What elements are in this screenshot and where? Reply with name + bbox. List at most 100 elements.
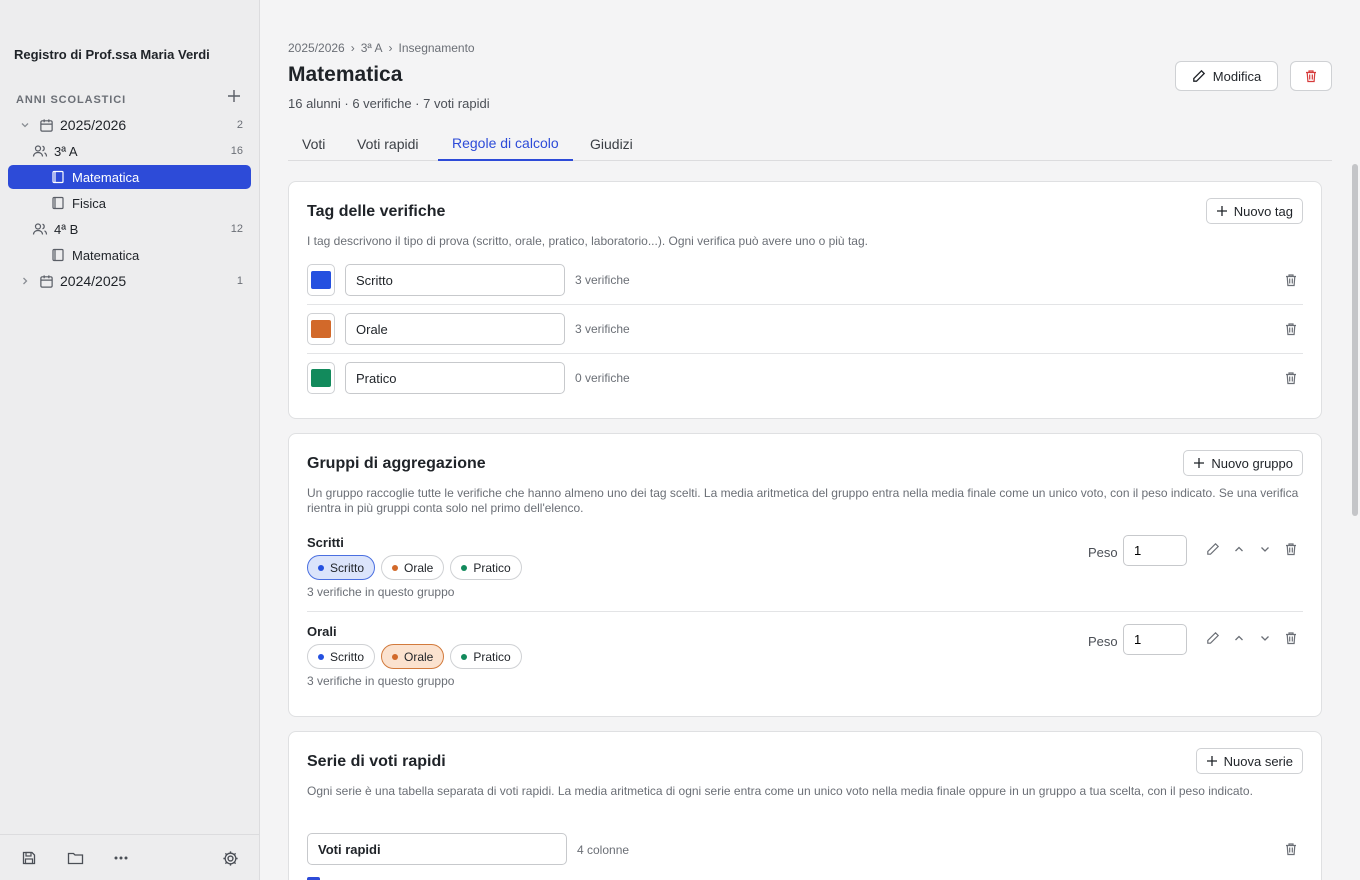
tags-card-description: I tag descrivono il tipo di prova (scrit… <box>307 234 868 248</box>
tag-chip-orale[interactable]: Orale <box>381 555 445 580</box>
group-count: 3 verifiche in questo gruppo <box>307 585 455 599</box>
tab-voti-rapidi[interactable]: Voti rapidi <box>343 126 432 161</box>
chevron-up-icon[interactable] <box>1231 630 1247 646</box>
calendar-icon <box>38 117 54 133</box>
app-title: Registro di Prof.ssa Maria Verdi <box>14 47 210 62</box>
tab-voti[interactable]: Voti <box>288 126 339 161</box>
sidebar-footer <box>0 834 259 880</box>
plus-icon <box>228 90 240 102</box>
divider <box>307 304 1303 305</box>
delete-subject-button[interactable] <box>1290 61 1332 91</box>
divider <box>307 611 1303 612</box>
tag-name-input[interactable] <box>345 362 565 394</box>
tag-chip-scritto[interactable]: Scritto <box>307 555 376 580</box>
trash-icon[interactable] <box>1283 370 1299 386</box>
tree-class-4b[interactable]: 4ª B 12 <box>8 217 251 241</box>
gear-icon[interactable] <box>219 847 241 869</box>
series-checkbox-row[interactable] <box>307 875 907 880</box>
weight-input[interactable] <box>1123 624 1187 655</box>
tree-year-label: 2025/2026 <box>60 117 127 133</box>
section-label: ANNI SCOLASTICI <box>16 94 127 106</box>
trash-icon[interactable] <box>1283 272 1299 288</box>
book-icon <box>50 247 66 263</box>
tag-chip-pratico[interactable]: Pratico <box>450 644 522 669</box>
color-swatch[interactable] <box>307 264 335 296</box>
tag-count: 3 verifiche <box>575 322 630 336</box>
tree-class-label: 4ª B <box>54 221 79 237</box>
breadcrumb-class[interactable]: 3ª A <box>361 41 383 55</box>
tree-count: 12 <box>230 223 243 235</box>
tree-subject-label: Fisica <box>72 195 106 211</box>
tab-giudizi[interactable]: Giudizi <box>576 126 647 161</box>
tag-chip-scritto[interactable]: Scritto <box>307 644 376 669</box>
chevron-down-icon[interactable] <box>1257 630 1273 646</box>
new-tag-button[interactable]: Nuovo tag <box>1205 198 1303 224</box>
trash-icon[interactable] <box>1283 321 1299 337</box>
trash-icon[interactable] <box>1283 541 1299 557</box>
tag-row: 3 verifiche <box>307 264 1303 313</box>
breadcrumb-separator: › <box>388 41 393 55</box>
tag-count: 0 verifiche <box>575 371 630 385</box>
tag-chip-pratico[interactable]: Pratico <box>450 555 522 580</box>
new-series-button[interactable]: Nuova serie <box>1195 748 1303 774</box>
checkbox[interactable] <box>307 876 320 880</box>
color-swatch[interactable] <box>307 362 335 394</box>
scrollbar-thumb[interactable] <box>1352 164 1358 516</box>
tree-year-2024-2025[interactable]: 2024/2025 1 <box>8 269 251 293</box>
scrollbar[interactable] <box>1350 160 1360 880</box>
tags-card: Tag delle verifiche Nuovo tag I tag desc… <box>288 181 1322 419</box>
chevron-up-icon[interactable] <box>1231 541 1247 557</box>
chevron-down-icon[interactable] <box>1257 541 1273 557</box>
new-group-button[interactable]: Nuovo gruppo <box>1183 450 1303 476</box>
tag-row: 0 verifiche <box>307 362 1303 411</box>
add-year-button[interactable] <box>224 86 244 106</box>
tree-subject-fisica[interactable]: Fisica <box>8 191 251 215</box>
color-swatch[interactable] <box>307 313 335 345</box>
more-icon[interactable] <box>110 847 132 869</box>
series-card-title: Serie di voti rapidi <box>307 753 446 770</box>
tree-subject-label: Matematica <box>72 247 140 263</box>
group-item: Scritti Scritto Orale Pratico 3 verifich… <box>307 535 1303 613</box>
save-icon[interactable] <box>18 847 40 869</box>
tree-subject-matematica-4b[interactable]: Matematica <box>8 243 251 267</box>
series-card: Serie di voti rapidi Nuova serie Ogni se… <box>288 731 1322 880</box>
section-header: ANNI SCOLASTICI <box>16 90 244 106</box>
edit-button[interactable]: Modifica <box>1175 61 1278 91</box>
trash-icon[interactable] <box>1283 630 1299 646</box>
plus-icon <box>1206 756 1217 766</box>
trash-icon[interactable] <box>1283 841 1299 857</box>
tree-year-2025-2026[interactable]: 2025/2026 2 <box>8 113 251 137</box>
users-icon <box>32 143 48 159</box>
group-item: Orali Scritto Orale Pratico 3 verifiche … <box>307 624 1303 702</box>
book-icon <box>50 195 66 211</box>
pencil-icon[interactable] <box>1205 630 1221 646</box>
weight-input[interactable] <box>1123 535 1187 566</box>
group-tag-chips: Scritto Orale Pratico <box>307 644 522 669</box>
edit-button-label: Modifica <box>1212 68 1262 84</box>
group-count: 3 verifiche in questo gruppo <box>307 674 455 688</box>
series-name-input[interactable] <box>307 833 567 865</box>
tree-class-3a[interactable]: 3ª A 16 <box>8 139 251 163</box>
tag-chip-orale[interactable]: Orale <box>381 644 445 669</box>
group-name: Orali <box>307 624 337 639</box>
tag-name-input[interactable] <box>345 264 565 296</box>
chevron-down-icon[interactable] <box>18 118 32 132</box>
folder-icon[interactable] <box>64 847 86 869</box>
chevron-right-icon[interactable] <box>18 274 32 288</box>
tag-name-input[interactable] <box>345 313 565 345</box>
pencil-icon[interactable] <box>1205 541 1221 557</box>
divider <box>307 353 1303 354</box>
breadcrumb-year[interactable]: 2025/2026 <box>288 41 345 55</box>
users-icon <box>32 221 48 237</box>
tab-regole-di-calcolo[interactable]: Regole di calcolo <box>438 126 573 161</box>
trash-icon <box>1306 70 1316 83</box>
weight-label: Peso <box>1088 634 1118 649</box>
series-count: 4 colonne <box>577 843 630 857</box>
groups-card-title: Gruppi di aggregazione <box>307 455 486 472</box>
tree-count: 16 <box>230 145 243 157</box>
calendar-icon <box>38 273 54 289</box>
tree-subject-matematica-3a[interactable]: Matematica <box>8 165 251 189</box>
sidebar: Registro di Prof.ssa Maria Verdi ANNI SC… <box>0 0 260 880</box>
page-meta: 16 alunni · 6 verifiche · 7 voti rapidi <box>288 96 490 111</box>
tree-count: 1 <box>236 275 243 287</box>
